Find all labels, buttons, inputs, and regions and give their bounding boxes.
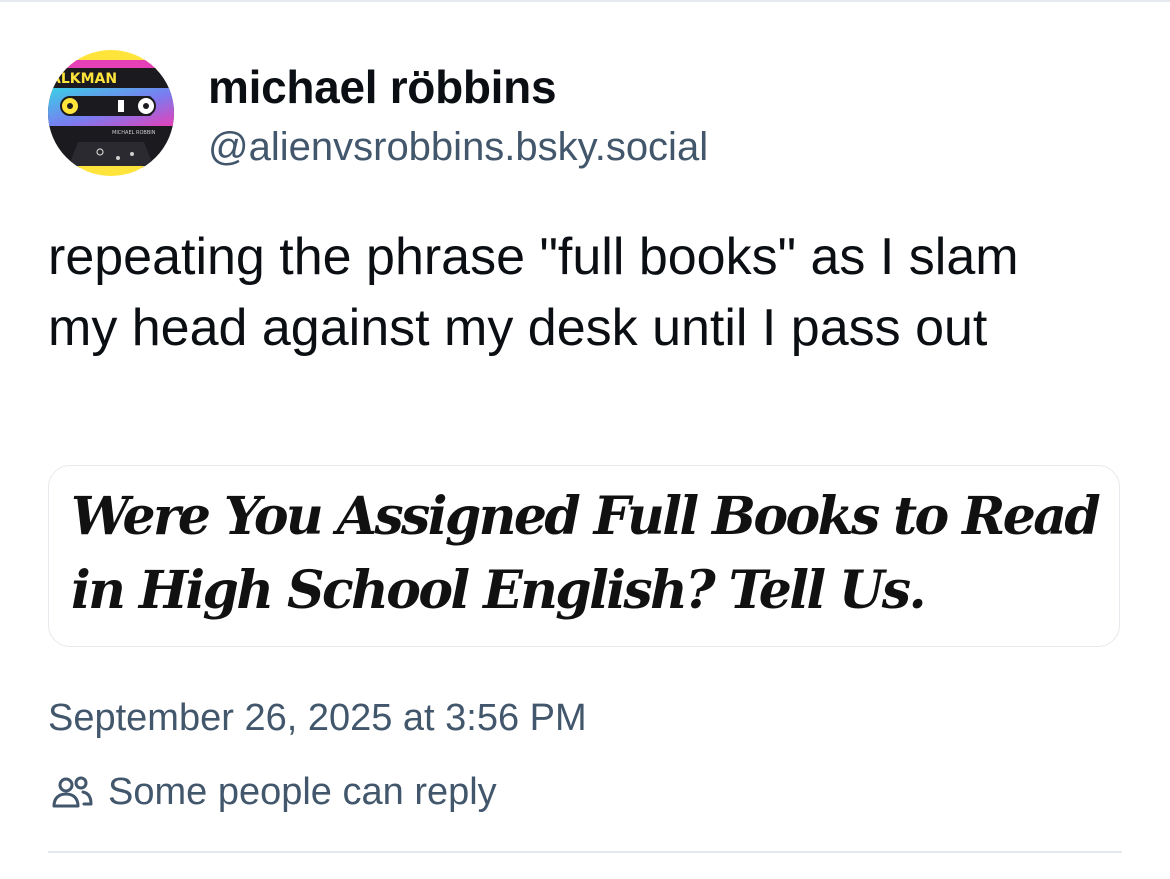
reply-setting[interactable]: Some people can reply [48, 768, 497, 816]
svg-text:ALKMAN: ALKMAN [50, 71, 117, 87]
post-text: repeating the phrase "full books" as I s… [48, 228, 1019, 357]
embed-headline-line-2: in High School English? Tell Us. [71, 560, 927, 621]
author-handle[interactable]: @alienvsrobbins.bsky.social [208, 125, 708, 170]
embed-headline: Were You Assigned Full Books to Read in … [71, 480, 1111, 628]
svg-text:MICHAEL ROBBIN: MICHAEL ROBBIN [112, 130, 156, 136]
author-display-name[interactable]: michael röbbins [208, 60, 557, 114]
people-icon [48, 768, 96, 816]
link-embed-card[interactable]: Were You Assigned Full Books to Read in … [48, 465, 1120, 647]
reply-setting-label: Some people can reply [108, 770, 497, 813]
author-avatar[interactable]: ALKMAN MICHAEL ROBBIN [48, 50, 174, 176]
cassette-tape-avatar-icon: ALKMAN MICHAEL ROBBIN [48, 50, 174, 176]
bottom-divider [48, 851, 1122, 853]
embed-headline-line-1: Were You Assigned Full Books to Read [71, 486, 1101, 547]
top-border [0, 0, 1170, 2]
post-timestamp: September 26, 2025 at 3:56 PM [48, 697, 587, 739]
